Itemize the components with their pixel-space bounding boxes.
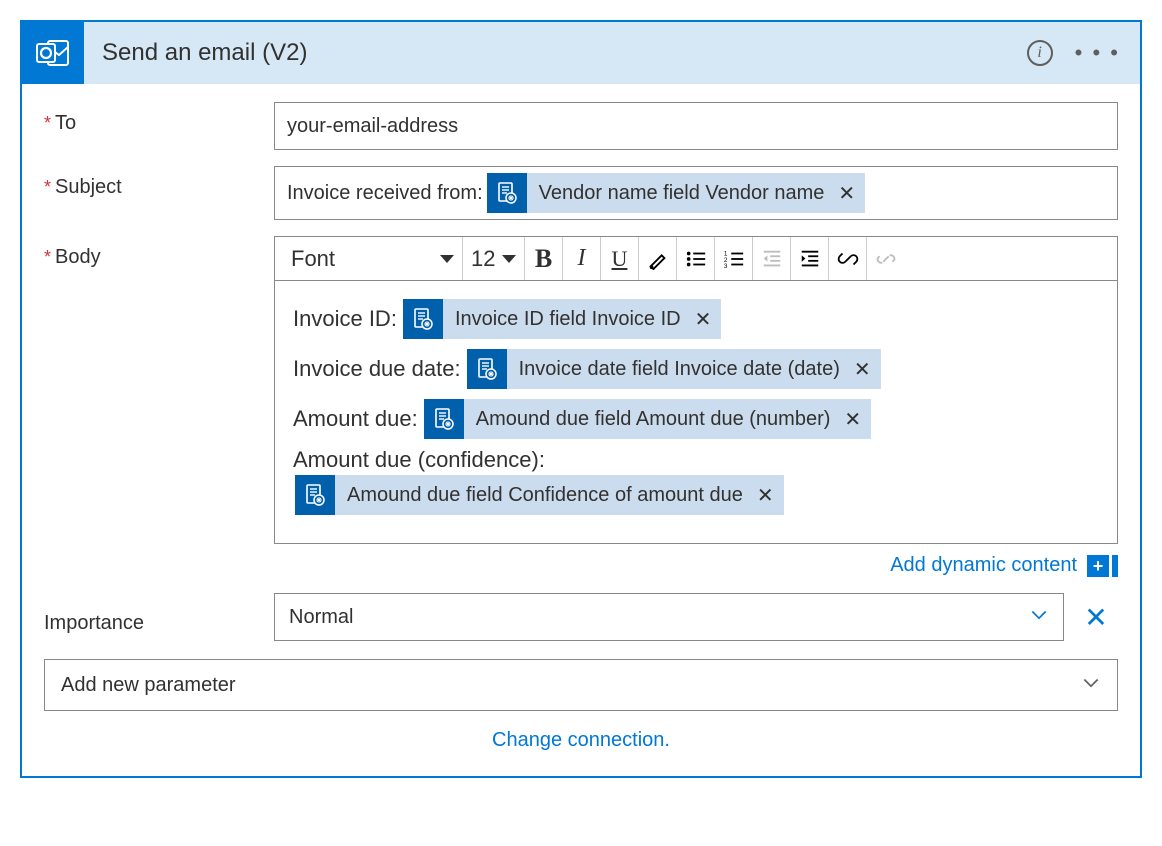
chevron-down-icon	[1081, 672, 1101, 692]
form-processor-icon	[403, 299, 443, 339]
importance-select[interactable]: Normal	[274, 593, 1064, 641]
add-parameter-select[interactable]: Add new parameter	[44, 659, 1118, 711]
svg-text:3: 3	[723, 263, 727, 270]
subject-row: Subject Invoice received from: Vendor na…	[44, 166, 1118, 220]
token-remove-icon[interactable]: ✕	[836, 181, 865, 206]
card-header[interactable]: Send an email (V2) i • • •	[22, 22, 1140, 84]
importance-row: Importance Normal ✕	[44, 593, 1118, 641]
body-line: Invoice ID: Invoice ID field Invoice ID✕	[293, 297, 1099, 341]
token-remove-icon[interactable]: ✕	[842, 407, 871, 432]
header-actions: i • • •	[1027, 40, 1120, 66]
color-picker-button[interactable]	[639, 237, 677, 280]
caret-down-icon	[440, 255, 454, 263]
token-text: Amound due field Amount due (number)	[464, 408, 843, 431]
bullet-list-button[interactable]	[677, 237, 715, 280]
caret-down-icon	[502, 255, 516, 263]
body-text: Invoice ID:	[293, 306, 397, 332]
body-label: Body	[44, 236, 274, 269]
token-text: Invoice date field Invoice date (date)	[507, 358, 852, 381]
more-menu-icon[interactable]: • • •	[1075, 42, 1120, 64]
body-line: Invoice due date: Invoice date field Inv…	[293, 347, 1099, 391]
token-vendor-name[interactable]: Vendor name field Vendor name ✕	[487, 173, 866, 213]
subject-label: Subject	[44, 166, 274, 199]
font-label: Font	[291, 246, 335, 272]
token-remove-icon[interactable]: ✕	[852, 357, 881, 382]
token-text: Invoice ID field Invoice ID	[443, 308, 693, 331]
dynamic-token[interactable]: Amound due field Confidence of amount du…	[295, 475, 784, 515]
plus-icon: +	[1087, 555, 1109, 577]
body-editor[interactable]: Invoice ID: Invoice ID field Invoice ID✕…	[274, 280, 1118, 544]
importance-label: Importance	[44, 600, 274, 635]
unlink-button[interactable]	[867, 237, 905, 280]
card-body: To your-email-address Subject Invoice re…	[22, 84, 1140, 776]
to-label: To	[44, 102, 274, 135]
form-processor-icon	[424, 399, 464, 439]
remove-parameter-button[interactable]: ✕	[1074, 601, 1118, 634]
to-value: your-email-address	[287, 115, 458, 138]
add-dynamic-content-button[interactable]: +	[1087, 555, 1118, 577]
chevron-down-icon	[1029, 604, 1049, 624]
card-title: Send an email (V2)	[102, 39, 1027, 67]
underline-button[interactable]: U	[601, 237, 639, 280]
body-line: Amount due: Amound due field Amount due …	[293, 397, 1099, 441]
to-input[interactable]: your-email-address	[274, 102, 1118, 150]
form-processor-icon	[487, 173, 527, 213]
link-button[interactable]	[829, 237, 867, 280]
form-processor-icon	[467, 349, 507, 389]
bold-button[interactable]: B	[525, 237, 563, 280]
add-dynamic-content-link[interactable]: Add dynamic content	[890, 554, 1077, 577]
dynamic-token[interactable]: Invoice date field Invoice date (date)✕	[467, 349, 881, 389]
change-connection-link[interactable]: Change connection.	[44, 729, 1118, 766]
token-remove-icon[interactable]: ✕	[755, 483, 784, 508]
form-processor-icon	[295, 475, 335, 515]
dynamic-token[interactable]: Invoice ID field Invoice ID✕	[403, 299, 721, 339]
body-text: Invoice due date:	[293, 356, 461, 382]
subject-prefix: Invoice received from:	[287, 182, 483, 205]
dynamic-token[interactable]: Amound due field Amount due (number)✕	[424, 399, 871, 439]
outdent-button[interactable]	[753, 237, 791, 280]
body-line: Amount due (confidence): Amound due field…	[293, 447, 1099, 517]
indent-button[interactable]	[791, 237, 829, 280]
expand-bar-icon	[1112, 555, 1118, 577]
outlook-icon	[22, 22, 84, 84]
numbered-list-button[interactable]: 123	[715, 237, 753, 280]
size-label: 12	[471, 246, 495, 272]
size-select[interactable]: 12	[463, 237, 525, 280]
add-dynamic-row: Add dynamic content +	[274, 554, 1118, 577]
body-row: Body Font 12 B I U	[44, 236, 1118, 577]
font-select[interactable]: Font	[283, 237, 463, 280]
body-text: Amount due:	[293, 406, 418, 432]
action-card: Send an email (V2) i • • • To your-email…	[20, 20, 1142, 778]
italic-button[interactable]: I	[563, 237, 601, 280]
add-parameter-label: Add new parameter	[61, 674, 236, 697]
token-text: Vendor name field Vendor name	[527, 182, 837, 205]
subject-input[interactable]: Invoice received from: Vendor name field…	[274, 166, 1118, 220]
token-text: Amound due field Confidence of amount du…	[335, 484, 755, 507]
info-icon[interactable]: i	[1027, 40, 1053, 66]
to-row: To your-email-address	[44, 102, 1118, 150]
body-text: Amount due (confidence):	[293, 447, 1095, 473]
importance-value: Normal	[289, 606, 353, 629]
editor-toolbar: Font 12 B I U	[274, 236, 1118, 280]
token-remove-icon[interactable]: ✕	[693, 307, 722, 332]
